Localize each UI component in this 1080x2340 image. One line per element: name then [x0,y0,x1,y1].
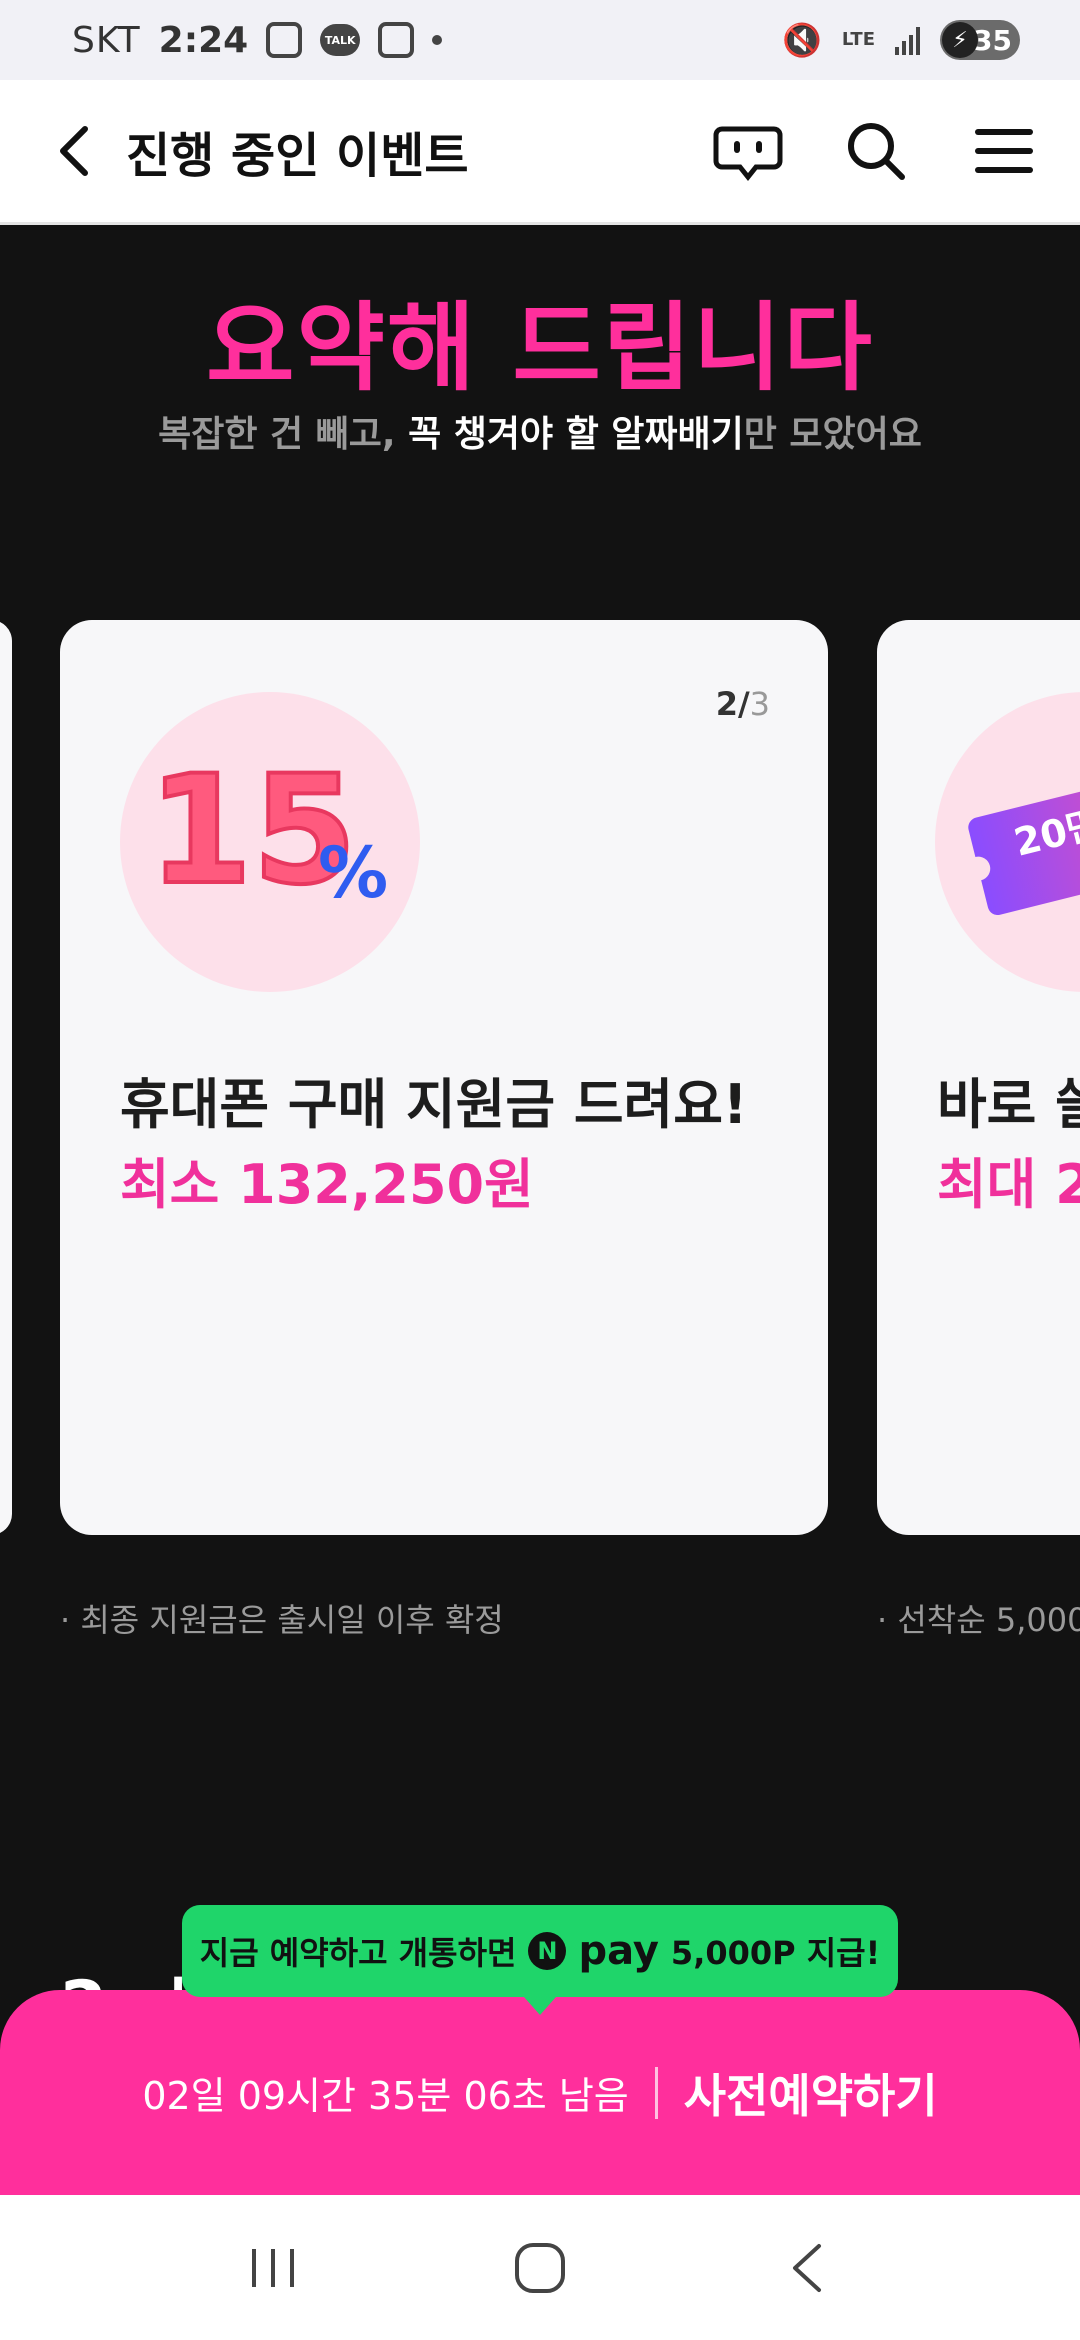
npay-promo-tooltip: 지금 예약하고 개통하면 N pay 5,000P 지급! [182,1905,898,2015]
event-summary-section: 요약해 드립니다 복잡한 건 빼고, 꼭 챙겨야 할 알짜배기만 모았어요 2/… [0,225,1080,2190]
carrier-label: SKT [72,19,141,61]
chevron-left-icon [60,126,88,176]
app-header: 진행 중인 이벤트 [0,80,1080,225]
battery-level: 35 [973,23,1012,57]
clock: 2:24 [158,19,249,61]
card-title: 바로 쓸 [937,1073,1080,1136]
carousel-card-subsidy[interactable]: 2/3 15 % 휴대폰 구매 지원금 드려요! 최소 132,250원 [60,620,828,1535]
recent-apps-button[interactable] [233,2228,313,2308]
screenshot-icon [266,22,303,58]
status-bar: SKT 2:24 TALK 🔇 LTE ⚡ 35 [0,0,1080,80]
carousel-pager: 2/3 [716,685,770,723]
tooltip-text: 지금 예약하고 개통하면 [199,1934,517,1972]
carousel-card-previous[interactable] [0,620,12,1535]
hero-subtitle-highlight: 꼭 챙겨야 할 알짜배기 [408,414,744,455]
kakaotalk-icon: TALK [320,24,361,56]
hero-subtitle-part: 만 모았어요 [743,414,922,455]
card-title: 휴대폰 구매 지원금 드려요! [120,1073,748,1136]
lte-icon: LTE [841,29,875,50]
home-icon [514,2242,565,2293]
pager-separator: / [737,685,750,723]
page-title: 진행 중인 이벤트 [126,128,469,184]
hero-subtitle: 복잡한 건 빼고, 꼭 챙겨야 할 알짜배기만 모았어요 [0,405,1080,457]
more-notifications-icon [432,35,443,45]
card-amount: 최대 2 [937,1153,1080,1216]
menu-button[interactable] [968,115,1040,187]
app-notification-icon [378,22,415,58]
card-amount: 최소 132,250원 [120,1153,534,1216]
preorder-cta-bar[interactable]: 02일 09시간 35분 06초 남음 사전예약하기 [0,1990,1080,2195]
search-button[interactable] [840,115,912,187]
fifteen-percent-icon: 15 % [146,742,388,920]
system-navigation-bar [0,2195,1080,2340]
promo-badge: 20만 [935,692,1080,992]
home-button[interactable] [500,2228,580,2308]
signal-icon [895,25,920,55]
countdown-timer: 02일 09시간 35분 06초 남음 [142,2074,629,2118]
svg-text:%: % [318,832,388,914]
battery-icon: ⚡ 35 [940,20,1020,60]
search-icon [848,123,905,180]
card-footnote: · 최종 지원금은 출시일 이후 확정 [60,1601,504,1639]
npay-wordmark: pay [578,1928,659,1974]
back-button[interactable] [40,116,110,186]
chatbot-icon [713,126,783,182]
carousel-card-next[interactable]: 20만 바로 쓸 최대 2 [877,620,1080,1535]
system-back-button[interactable] [767,2228,847,2308]
hamburger-menu-icon [975,129,1033,173]
divider [654,2066,658,2119]
hero-subtitle-part: 복잡한 건 빼고, [158,414,409,455]
hero-title: 요약해 드립니다 [206,292,874,404]
chatbot-button[interactable] [712,115,784,187]
back-icon [792,2243,821,2292]
preorder-button[interactable]: 사전예약하기 [684,2060,938,2126]
promo-badge: 15 % [120,692,420,992]
recent-apps-icon [252,2248,295,2287]
pager-current: 2 [715,685,738,723]
tooltip-reward: 5,000P 지급! [670,1934,881,1972]
card-footnote: · 선착순 5,000 [877,1601,1080,1639]
pager-total: 3 [749,685,770,723]
npay-logo-icon: N [528,1932,567,1970]
charging-icon: ⚡ [942,22,978,58]
mute-icon: 🔇 [782,21,822,59]
